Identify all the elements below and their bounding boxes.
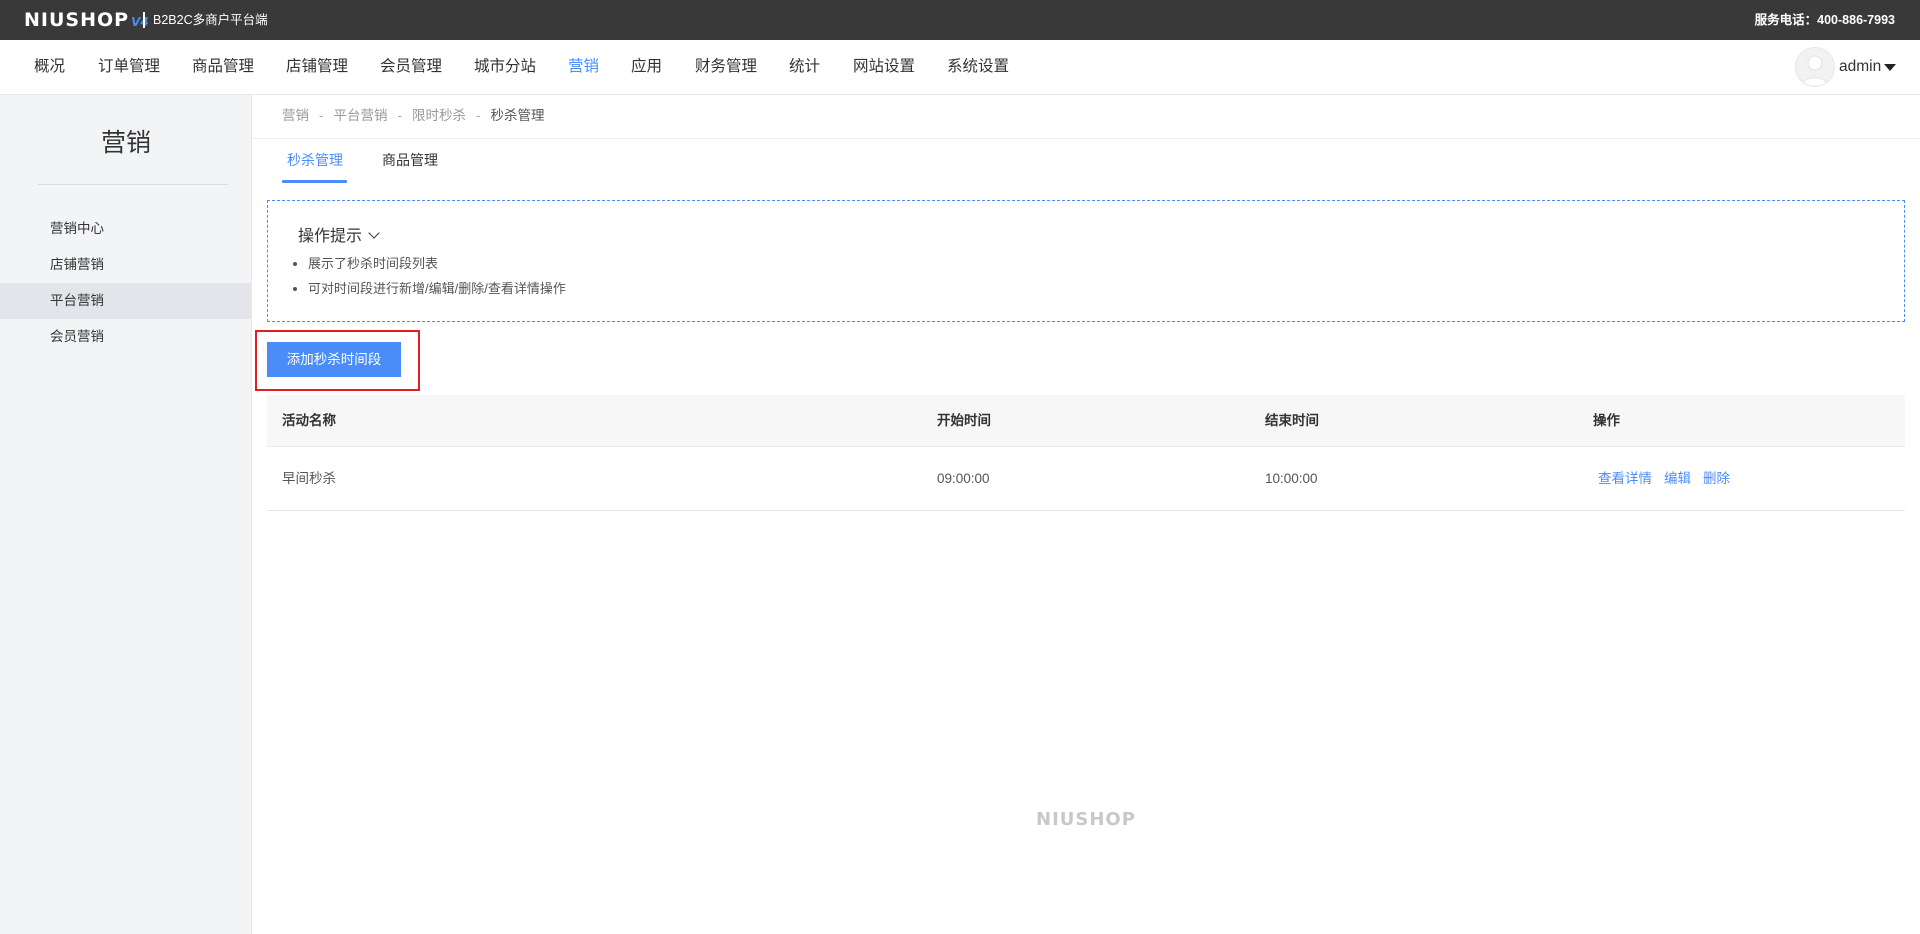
top-bar: NIUSHOP V4 B2B2C多商户平台端 服务电话：400-886-7993	[0, 0, 1920, 40]
nav-item-shops[interactable]: 店铺管理	[286, 58, 348, 76]
breadcrumb: 营销 - 平台营销 - 限时秒杀 - 秒杀管理	[282, 108, 545, 124]
tab-active-indicator	[282, 180, 347, 183]
main-nav: 概况 订单管理 商品管理 店铺管理 会员管理 城市分站 营销 应用 财务管理 统…	[0, 40, 1920, 95]
chevron-down-icon	[368, 227, 380, 239]
avatar[interactable]	[1795, 47, 1835, 87]
nav-item-system-settings[interactable]: 系统设置	[947, 58, 1009, 76]
tab-flash-sale-management[interactable]: 秒杀管理	[287, 152, 343, 168]
sidebar-item-shop-marketing[interactable]: 店铺营销	[0, 247, 251, 283]
sidebar-item-marketing-center[interactable]: 营销中心	[0, 211, 251, 247]
delete-link[interactable]: 删除	[1703, 471, 1730, 486]
sidebar-title: 营销	[100, 129, 151, 157]
column-header-start-time: 开始时间	[937, 413, 991, 428]
cell-name: 早间秒杀	[282, 471, 336, 486]
breadcrumb-divider	[252, 138, 1920, 139]
breadcrumb-item-marketing[interactable]: 营销	[282, 108, 309, 123]
platform-name: B2B2C多商户平台端	[153, 13, 268, 27]
tab-goods-management[interactable]: 商品管理	[382, 152, 438, 168]
tips-panel: 操作提示 展示了秒杀时间段列表 可对时间段进行新增/编辑/删除/查看详情操作	[267, 200, 1905, 322]
sidebar-item-label: 会员营销	[50, 329, 104, 344]
view-details-link[interactable]: 查看详情	[1598, 471, 1652, 486]
cell-start-time: 09:00:00	[937, 471, 990, 486]
nav-item-members[interactable]: 会员管理	[380, 58, 442, 76]
footer-logo: NIUSHOP	[1036, 809, 1136, 830]
logo-version: V4	[131, 15, 149, 29]
add-flash-sale-period-button[interactable]: 添加秒杀时间段	[267, 342, 401, 377]
sidebar-item-member-marketing[interactable]: 会员营销	[0, 319, 251, 355]
nav-item-apps[interactable]: 应用	[631, 58, 662, 76]
nav-item-goods[interactable]: 商品管理	[192, 58, 254, 76]
breadcrumb-current: 秒杀管理	[490, 108, 545, 123]
breadcrumb-separator: -	[476, 108, 481, 123]
user-avatar-icon	[1796, 48, 1834, 86]
tips-line: 展示了秒杀时间段列表	[308, 251, 566, 276]
logo-text: NIUSHOP	[24, 9, 130, 31]
breadcrumb-item-platform-marketing[interactable]: 平台营销	[334, 108, 388, 123]
edit-link[interactable]: 编辑	[1664, 471, 1691, 486]
column-header-end-time: 结束时间	[1265, 413, 1319, 428]
breadcrumb-separator: -	[319, 108, 324, 123]
sidebar-item-label: 店铺营销	[50, 257, 104, 272]
nav-item-orders[interactable]: 订单管理	[98, 58, 160, 76]
nav-item-city-stations[interactable]: 城市分站	[474, 58, 536, 76]
nav-item-marketing[interactable]: 营销	[568, 58, 599, 76]
caret-down-icon[interactable]	[1884, 64, 1896, 71]
nav-item-finance[interactable]: 财务管理	[695, 58, 757, 76]
tips-list: 展示了秒杀时间段列表 可对时间段进行新增/编辑/删除/查看详情操作	[288, 251, 566, 301]
cell-operations: 查看详情 编辑 删除	[1598, 447, 1742, 510]
table-header: 活动名称 开始时间 结束时间 操作	[267, 395, 1905, 447]
column-header-name: 活动名称	[282, 413, 336, 428]
nav-item-overview[interactable]: 概况	[34, 58, 65, 76]
breadcrumb-separator: -	[397, 108, 403, 123]
user-name[interactable]: admin	[1839, 58, 1881, 76]
sidebar-divider	[38, 184, 228, 185]
table-row: 早间秒杀 09:00:00 10:00:00 查看详情 编辑 删除	[267, 447, 1905, 511]
niushop-logo[interactable]: NIUSHOP V4	[24, 10, 149, 30]
nav-item-statistics[interactable]: 统计	[789, 58, 820, 76]
logo-divider	[143, 12, 145, 28]
breadcrumb-item-flash-sale[interactable]: 限时秒杀	[412, 108, 466, 123]
service-phone: 服务电话：400-886-7993	[1754, 13, 1895, 27]
nav-item-site-settings[interactable]: 网站设置	[853, 58, 915, 76]
tips-toggle[interactable]: 操作提示	[298, 227, 380, 247]
tips-line: 可对时间段进行新增/编辑/删除/查看详情操作	[308, 276, 566, 301]
flash-sale-table: 活动名称 开始时间 结束时间 操作 早间秒杀 09:00:00 10:00:00…	[267, 395, 1905, 511]
sidebar: 营销 营销中心 店铺营销 平台营销 会员营销	[0, 95, 252, 934]
column-header-operations: 操作	[1593, 413, 1620, 428]
sidebar-item-label: 平台营销	[50, 293, 104, 308]
tips-title: 操作提示	[298, 228, 363, 245]
cell-end-time: 10:00:00	[1265, 471, 1318, 486]
sidebar-item-platform-marketing[interactable]: 平台营销	[0, 283, 251, 319]
sidebar-item-label: 营销中心	[50, 221, 104, 236]
